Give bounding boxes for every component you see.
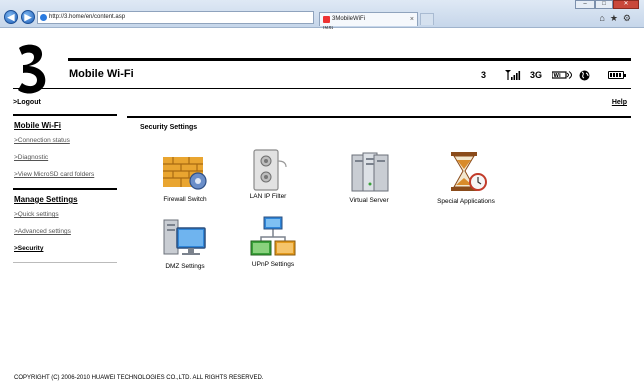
firewall-icon bbox=[163, 157, 207, 190]
lan-filter-icon bbox=[253, 149, 287, 191]
main-rule bbox=[127, 116, 631, 118]
sidebar-heading-mobile-wifi[interactable]: Mobile Wi-Fi bbox=[14, 121, 117, 130]
special-applications-button[interactable]: Special Applications bbox=[428, 151, 504, 205]
browser-tab[interactable]: 3MobileWiFi × bbox=[319, 12, 418, 26]
sidebar-item-connection-status[interactable]: >Connection status bbox=[14, 137, 117, 144]
virtual-server-button[interactable]: Virtual Server bbox=[339, 152, 399, 204]
browser-toolbar: ◀ ▶ http://3.home/en/content.asp Read Te… bbox=[0, 0, 644, 64]
page-title: Mobile Wi-Fi bbox=[69, 68, 134, 80]
wifi-status-icon: Wi bbox=[552, 71, 572, 79]
hourglass-icon bbox=[451, 152, 487, 191]
feature-label: Special Applications bbox=[437, 198, 495, 205]
sidebar-item-microsd-folders[interactable]: >View MicroSD card folders bbox=[14, 171, 117, 178]
feature-label: UPnP Settings bbox=[251, 261, 295, 268]
logout-link[interactable]: >Logout bbox=[13, 99, 41, 106]
copyright-footer: COPYRIGHT (C) 2006-2010 HUAWEI TECHNOLOG… bbox=[14, 375, 264, 381]
close-window-button[interactable]: ✕ bbox=[613, 0, 639, 9]
internet-globe-icon bbox=[579, 70, 590, 81]
sidebar-item-diagnostic[interactable]: >Diagnostic bbox=[14, 154, 117, 161]
address-text: http://3.home/en/content.asp bbox=[49, 14, 126, 20]
tab-title: 3MobileWiFi bbox=[332, 16, 366, 22]
help-link[interactable]: Help bbox=[612, 99, 627, 106]
ie-page-icon bbox=[40, 14, 47, 21]
feature-label: LAN IP Filter bbox=[249, 193, 287, 200]
sidebar: Mobile Wi-Fi >Connection status >Diagnos… bbox=[13, 114, 117, 263]
home-favorites-tools-icons[interactable]: ⌂★⚙ bbox=[599, 13, 636, 24]
svg-text:Wi: Wi bbox=[554, 73, 562, 79]
maximize-button[interactable]: □ bbox=[595, 0, 613, 9]
firewall-switch-button[interactable]: Firewall Switch bbox=[155, 151, 215, 203]
brand-rule bbox=[68, 58, 631, 61]
section-title: Security Settings bbox=[140, 124, 198, 131]
upnp-settings-button[interactable]: UPnP Settings bbox=[243, 215, 303, 268]
provider-label: 3 bbox=[481, 70, 487, 80]
feature-label: Virtual Server bbox=[349, 197, 389, 204]
sidebar-item-quick-settings[interactable]: >Quick settings bbox=[14, 211, 117, 218]
sidebar-rule bbox=[13, 188, 117, 190]
tab-close-icon[interactable]: × bbox=[410, 13, 414, 26]
upnp-icon bbox=[250, 216, 296, 256]
tab-favicon-icon bbox=[323, 16, 330, 23]
feature-label: Firewall Switch bbox=[163, 196, 207, 203]
dmz-settings-button[interactable]: DMZ Settings bbox=[155, 216, 215, 270]
network-type-label: 3G bbox=[530, 70, 543, 80]
header-rule bbox=[13, 88, 631, 89]
sidebar-divider bbox=[13, 262, 117, 263]
battery-icon bbox=[608, 71, 626, 79]
feature-label: DMZ Settings bbox=[165, 263, 205, 270]
forward-button[interactable]: ▶ bbox=[21, 10, 35, 24]
back-button[interactable]: ◀ bbox=[4, 10, 18, 24]
signal-strength-icon bbox=[505, 70, 521, 80]
minimize-button[interactable]: – bbox=[575, 0, 595, 9]
sidebar-item-advanced-settings[interactable]: >Advanced settings bbox=[14, 228, 117, 235]
server-icon bbox=[351, 152, 389, 192]
address-bar[interactable]: http://3.home/en/content.asp Read Text H… bbox=[37, 11, 345, 64]
sidebar-rule bbox=[13, 114, 117, 116]
lan-ip-filter-button[interactable]: LAN IP Filter bbox=[238, 149, 298, 200]
sidebar-heading-manage-settings[interactable]: Manage Settings bbox=[14, 195, 117, 204]
dmz-icon bbox=[163, 219, 206, 255]
battery-level bbox=[610, 73, 622, 77]
new-tab-button[interactable] bbox=[420, 13, 434, 25]
page: Mobile Wi-Fi 3 3G Wi >Logout Help Mobile… bbox=[5, 29, 639, 386]
sidebar-item-security[interactable]: >Security bbox=[14, 245, 117, 252]
